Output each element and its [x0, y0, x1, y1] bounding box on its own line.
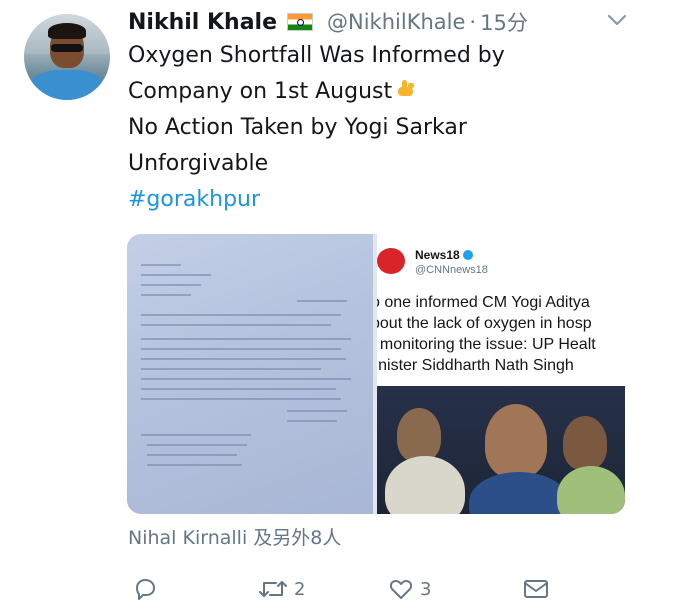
- like-count: 3: [420, 578, 432, 600]
- retweet-icon: [258, 576, 288, 602]
- hashtag-link[interactable]: #gorakhpur: [128, 182, 668, 218]
- media-grid: News18 @CNNnews18 o one informed CM Yogi…: [127, 234, 625, 514]
- tweet-text-line: No Action Taken by Yogi Sarkar: [128, 115, 467, 140]
- avatar-shirt: [30, 70, 104, 100]
- avatar-hair: [48, 23, 86, 39]
- tweet-text: Oxygen Shortfall Was Informed by Company…: [128, 38, 668, 218]
- embedded-text-line: o one informed CM Yogi Aditya: [377, 294, 590, 311]
- tweet-text-line: Oxygen Shortfall Was Informed by: [128, 43, 505, 68]
- embedded-text-line: linister Siddharth Nath Singh: [377, 357, 574, 374]
- handwritten-letter-photo[interactable]: [127, 234, 373, 514]
- author-name[interactable]: Nikhil Khale: [128, 10, 277, 35]
- pointing-down-hand-icon: [396, 76, 416, 98]
- embedded-account-handle: @CNNnews18: [415, 264, 488, 276]
- reply-icon: [132, 576, 158, 602]
- retweet-button[interactable]: 2: [258, 572, 305, 606]
- embedded-account-name: News18: [415, 248, 473, 262]
- heart-icon: [388, 576, 414, 602]
- verified-badge-icon: [462, 250, 473, 260]
- press-photo: [377, 386, 625, 514]
- separator-dot: ·: [469, 10, 477, 34]
- embedded-tweet-text: o one informed CM Yogi Aditya bout the l…: [377, 292, 625, 376]
- chevron-down-icon[interactable]: [604, 10, 630, 30]
- tweet-text-line: Company on 1st August: [128, 79, 393, 104]
- news18-logo: [377, 248, 405, 274]
- avatar[interactable]: [24, 14, 110, 100]
- india-flag-icon: [287, 13, 314, 31]
- author-handle[interactable]: @NikhilKhale: [327, 10, 465, 34]
- tweet-header: Nikhil Khale @NikhilKhale · 15分: [128, 6, 528, 38]
- tweet-text-line-with-emoji: Company on 1st August: [128, 74, 668, 110]
- like-button[interactable]: 3: [388, 572, 431, 606]
- reply-button[interactable]: [132, 572, 164, 606]
- tweet-text-line: Unforgivable: [128, 151, 269, 176]
- retweet-count: 2: [294, 578, 306, 600]
- avatar-sunglasses: [51, 44, 83, 52]
- tweet[interactable]: Nikhil Khale @NikhilKhale · 15分 Oxygen S…: [0, 0, 685, 616]
- embedded-text-line: ; monitoring the issue: UP Healt: [377, 336, 596, 353]
- direct-message-button[interactable]: [522, 572, 556, 606]
- envelope-icon: [522, 576, 550, 602]
- liked-by-text[interactable]: Nihal Kirnalli 及另外8人: [128, 523, 341, 550]
- tweet-actions: 2 3: [128, 572, 558, 606]
- tweet-timestamp[interactable]: 15分: [480, 7, 528, 37]
- embedded-text-line: bout the lack of oxygen in hosp: [377, 315, 592, 332]
- embedded-news-screenshot[interactable]: News18 @CNNnews18 o one informed CM Yogi…: [377, 234, 625, 514]
